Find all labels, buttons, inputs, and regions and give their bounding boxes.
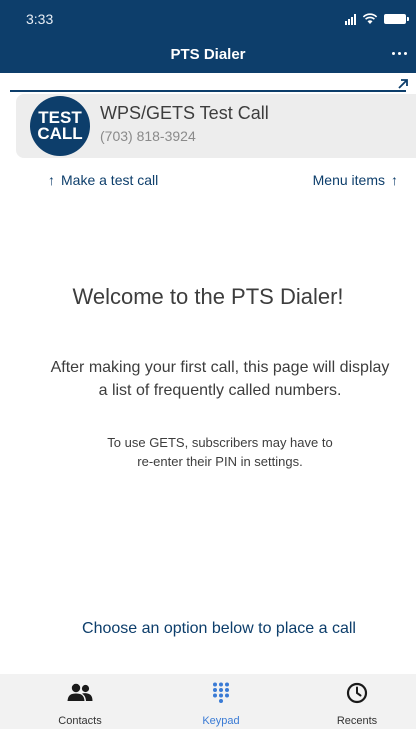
test-call-card[interactable]: TEST CALL WPS/GETS Test Call (703) 818-3… xyxy=(16,94,416,158)
status-time: 3:33 xyxy=(26,11,54,27)
tab-keypad-label: Keypad xyxy=(202,715,240,727)
tab-contacts[interactable]: Contacts xyxy=(30,674,130,729)
test-call-avatar: TEST CALL xyxy=(30,96,90,156)
place-call-prompt: Choose an option below to place a call xyxy=(82,620,356,637)
contacts-icon xyxy=(67,683,93,701)
hint-left-label: Make a test call xyxy=(61,172,159,188)
more-options-icon[interactable] xyxy=(388,44,410,62)
signal-icon xyxy=(345,13,356,25)
divider xyxy=(10,90,406,92)
header-strip xyxy=(0,73,416,93)
test-call-phone: (703) 818-3924 xyxy=(100,128,196,144)
status-bar: 3:33 xyxy=(0,0,416,36)
status-icons xyxy=(345,12,409,26)
battery-icon xyxy=(384,14,409,24)
keypad-icon xyxy=(213,682,229,703)
welcome-heading: Welcome to the PTS Dialer! xyxy=(72,284,344,309)
up-arrow-icon: ↑ xyxy=(391,172,398,188)
gets-note: To use GETS, subscribers may have to re-… xyxy=(0,433,416,471)
up-arrow-icon: ↑ xyxy=(48,172,55,188)
hint-make-test-call: ↑ Make a test call xyxy=(48,172,158,188)
welcome-line-1: After making your first call, this page … xyxy=(50,359,390,376)
tab-recents-label: Recents xyxy=(336,715,378,727)
gets-line-2: re-enter their PIN in settings. xyxy=(137,454,303,469)
welcome-line-2: a list of frequently called numbers. xyxy=(98,382,342,399)
welcome-description: After making your first call, this page … xyxy=(0,356,416,402)
tab-bar: Contacts Keypad Recents xyxy=(0,674,416,729)
tab-keypad[interactable]: Keypad xyxy=(171,674,271,729)
gets-line-1: To use GETS, subscribers may have to xyxy=(107,435,333,450)
page-title: PTS Dialer xyxy=(170,46,246,63)
avatar-line-2: CALL xyxy=(37,124,83,143)
expand-arrow-icon[interactable] xyxy=(396,77,410,91)
hint-menu-items: Menu items ↑ xyxy=(313,172,398,188)
clock-icon xyxy=(346,682,368,704)
tab-contacts-label: Contacts xyxy=(58,715,102,727)
top-bar: 3:33 PTS Dialer xyxy=(0,0,416,73)
test-call-title: WPS/GETS Test Call xyxy=(100,103,269,123)
hint-right-label: Menu items xyxy=(312,172,385,188)
tab-recents[interactable]: Recents xyxy=(307,674,407,729)
wifi-icon xyxy=(362,13,378,24)
